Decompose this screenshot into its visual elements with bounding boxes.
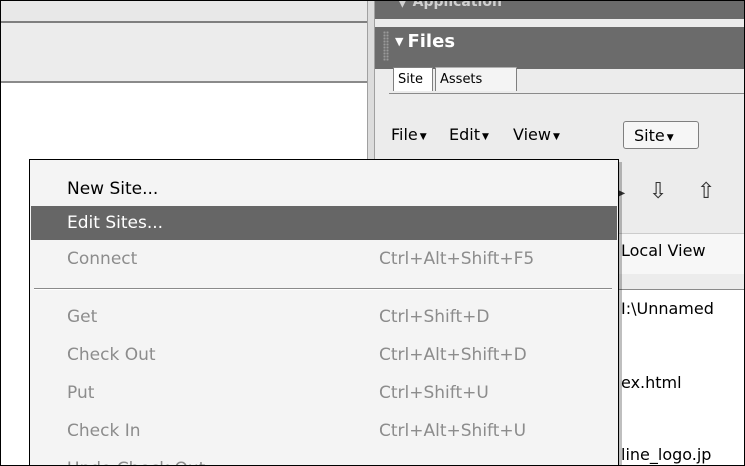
menu-item-label: Edit Sites... [67, 213, 164, 233]
application-panel-title: ▼ Application [397, 1, 502, 10]
menu-item-shortcut: Ctrl+Shift+D [379, 307, 490, 327]
document-toolbar [1, 23, 373, 83]
menu-item-edit-sites[interactable]: Edit Sites... [31, 206, 617, 240]
menu-file[interactable]: File ▼ [391, 121, 441, 149]
menu-item-label: Put [67, 383, 95, 403]
menu-item-shortcut: Ctrl+Alt+Shift+U [379, 421, 527, 441]
collapse-triangle-icon[interactable]: ▼ [395, 35, 403, 48]
menu-item-new-site[interactable]: New Site... [31, 172, 617, 206]
tab-site[interactable]: Site [393, 67, 433, 91]
menu-item-shortcut: Ctrl+Alt+Shift+F5 [379, 249, 535, 269]
menu-item-shortcut: Ctrl+Shift+U [379, 383, 489, 403]
menu-item-shortcut: Ctrl+Alt+Shift+D [379, 345, 527, 365]
menu-view[interactable]: View ▼ [513, 121, 575, 149]
files-panel-header[interactable]: ▼ Files [375, 27, 744, 69]
menu-site-label: Site [634, 126, 665, 145]
menu-item-label: Check Out [67, 345, 156, 365]
site-menu-dropdown: New Site... Edit Sites... Connect Ctrl+A… [29, 159, 619, 465]
menu-view-label: View [513, 125, 551, 144]
menu-item-label: Check In [67, 421, 141, 441]
file-item[interactable]: line_logo.jp [621, 445, 711, 464]
menu-item-put[interactable]: Put Ctrl+Shift+U [31, 376, 617, 410]
files-panel-title-text: Files [407, 31, 456, 52]
menu-separator [34, 288, 612, 290]
site-root-path[interactable]: I:\Unnamed [621, 299, 714, 318]
files-panel-title: ▼ Files [395, 31, 455, 52]
menu-item-check-in[interactable]: Check In Ctrl+Alt+Shift+U [31, 414, 617, 448]
chevron-down-icon: ▼ [666, 133, 674, 143]
application-panel-header[interactable]: ▼ Application [375, 1, 744, 19]
document-toolbar-top [1, 1, 373, 23]
tab-assets[interactable]: Assets [435, 67, 517, 91]
files-toolbar: ➤ ⇩ ⇧ [611, 177, 741, 217]
get-arrow-icon[interactable]: ⇩ [649, 179, 667, 204]
chevron-down-icon: ▼ [481, 132, 489, 142]
chevron-down-icon: ▼ [552, 132, 560, 142]
menu-edit[interactable]: Edit ▼ [449, 121, 503, 149]
put-arrow-icon[interactable]: ⇧ [697, 179, 715, 204]
drag-grip-icon[interactable] [383, 31, 389, 61]
menu-edit-label: Edit [449, 125, 480, 144]
menu-item-check-out[interactable]: Check Out Ctrl+Alt+Shift+D [31, 338, 617, 372]
menu-item-label: Connect [67, 249, 138, 269]
menu-item-label: Get [67, 307, 98, 327]
menu-item-label: New Site... [67, 179, 159, 199]
chevron-down-icon: ▼ [419, 132, 427, 142]
menu-item-undo-check-out[interactable]: Undo Check Out [31, 452, 617, 465]
view-select-label: Local View [621, 241, 706, 260]
menu-site[interactable]: Site ▼ [623, 121, 699, 149]
window-frame: ▼ Application ▼ Files Site Assets File ▼ E… [0, 0, 745, 466]
menu-item-get[interactable]: Get Ctrl+Shift+D [31, 300, 617, 334]
menu-item-connect[interactable]: Connect Ctrl+Alt+Shift+F5 [31, 242, 617, 276]
file-item[interactable]: ex.html [621, 373, 682, 392]
menu-item-label: Undo Check Out [67, 452, 205, 465]
menu-file-label: File [391, 125, 418, 144]
